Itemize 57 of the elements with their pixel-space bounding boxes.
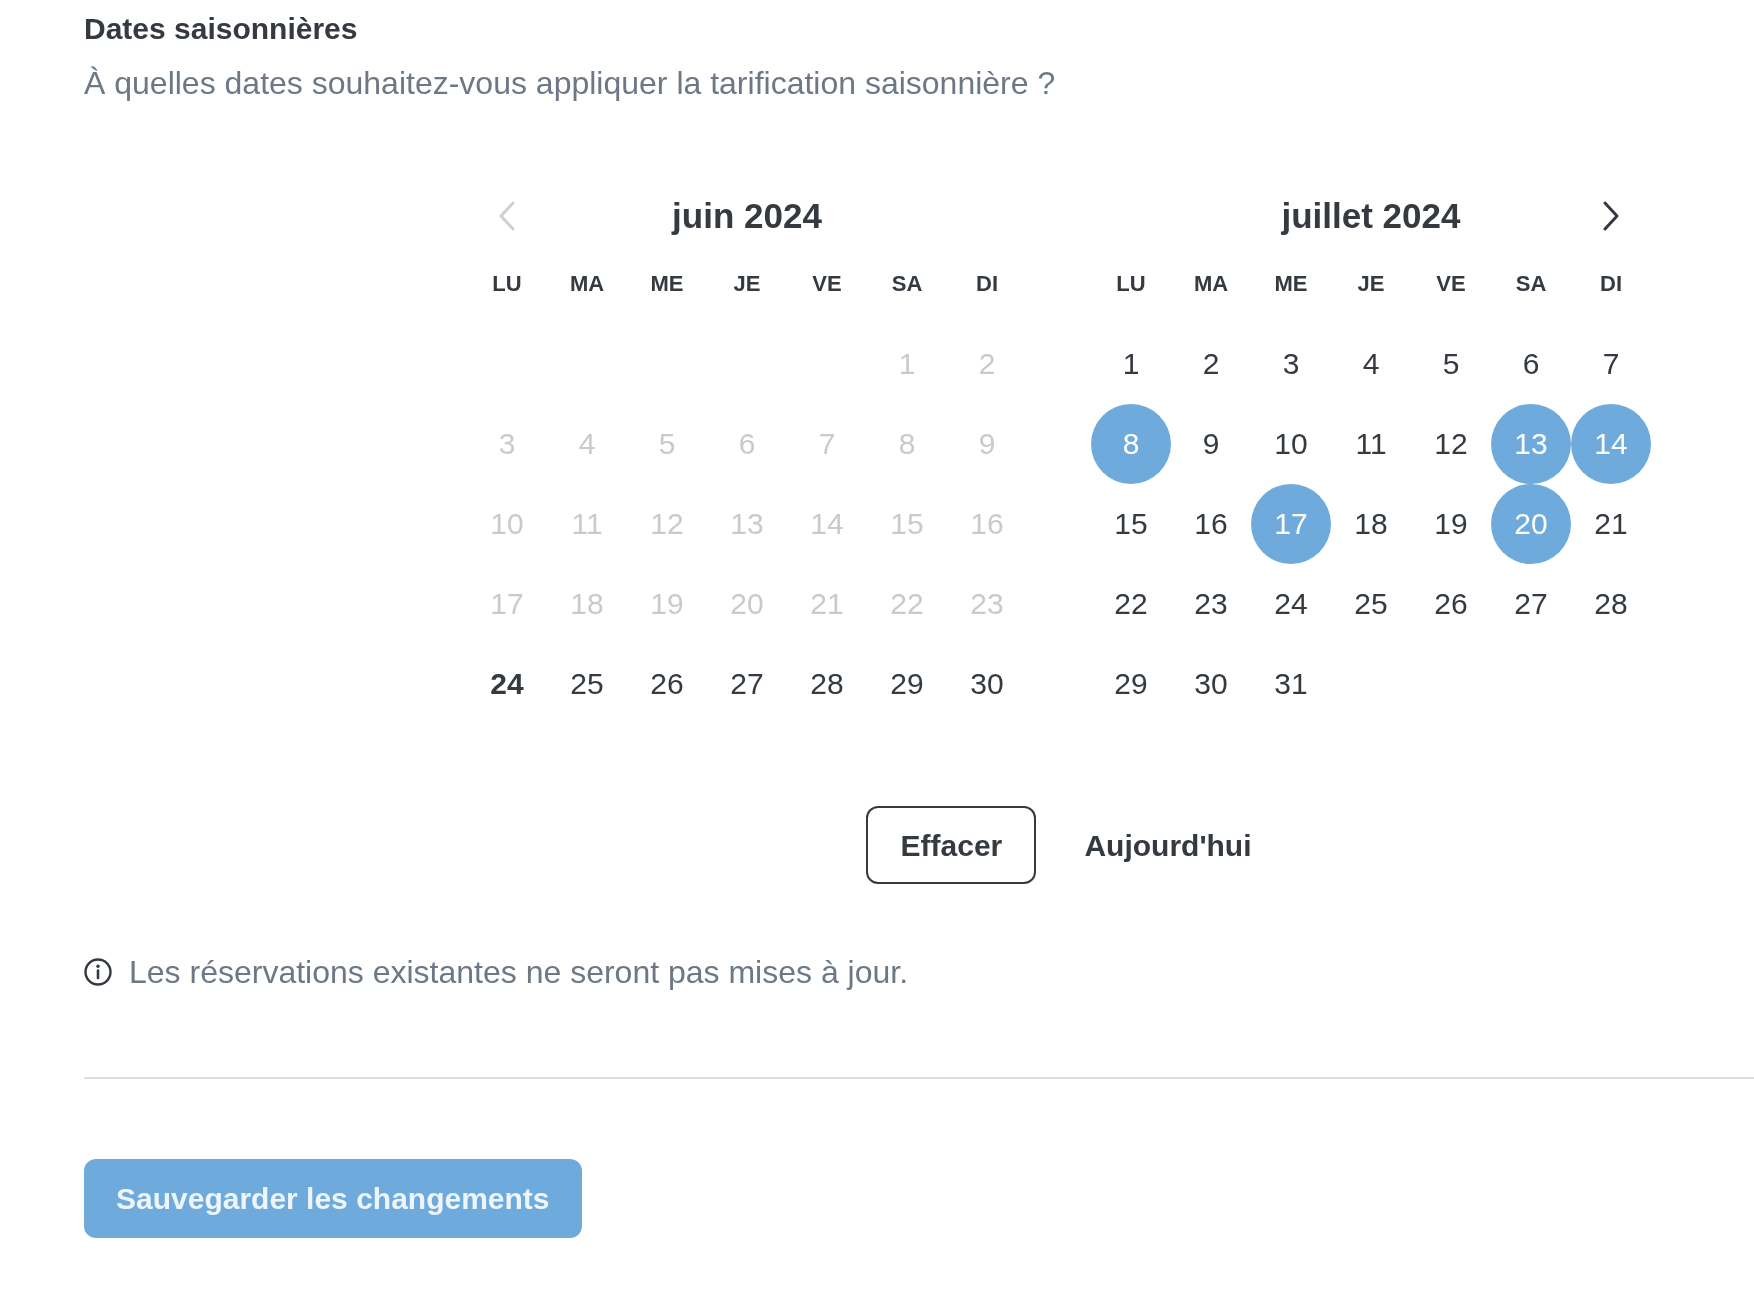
day-button[interactable]: 25 [1331,564,1411,644]
weekday-label: JE [733,270,761,298]
clear-button[interactable]: Effacer [866,806,1037,884]
weekday-label: SA [891,270,923,298]
day-button[interactable]: 26 [627,644,707,724]
weekday-label: LU [1116,270,1146,298]
day-button[interactable]: 7 [1571,324,1651,404]
day-button[interactable]: 23 [1171,564,1251,644]
day-button[interactable]: 18 [1331,484,1411,564]
weekday-label: ME [1274,270,1308,298]
weekday-label: MA [569,270,605,298]
day-button[interactable]: 9 [1171,404,1251,484]
weekday-label: DI [976,270,998,298]
day-button[interactable]: 6 [1491,324,1571,404]
day-button[interactable]: 12 [1411,404,1491,484]
day-button[interactable]: 26 [1411,564,1491,644]
day-button[interactable]: 1 [1091,324,1171,404]
month-title: juillet 2024 [1281,196,1461,236]
day-button[interactable]: 25 [547,644,627,724]
day-button[interactable]: 22 [1091,564,1171,644]
day-button[interactable]: 27 [707,644,787,724]
day-button[interactable]: 3 [1251,324,1331,404]
day-button[interactable]: 19 [1411,484,1491,564]
day-button[interactable]: 16 [1171,484,1251,564]
weekday-label: LU [492,270,522,298]
day-button[interactable]: 11 [1331,404,1411,484]
day-button[interactable]: 15 [1091,484,1171,564]
notice-text: Les réservations existantes ne seront pas mises à jour. [129,954,909,990]
day-button[interactable]: 10 [1251,404,1331,484]
chevron-right-icon [1603,201,1619,231]
day-button[interactable]: 21 [1571,484,1651,564]
weekday-label: DI [1600,270,1622,298]
day-button[interactable]: 28 [787,644,867,724]
day-button[interactable]: 28 [1571,564,1651,644]
chevron-left-icon [499,201,515,231]
day-button[interactable]: 2 [1171,324,1251,404]
info-icon [84,958,112,986]
day-button[interactable]: 29 [1091,644,1171,724]
day-button[interactable]: 30 [1171,644,1251,724]
day-button[interactable]: 24 [1251,564,1331,644]
day-button[interactable]: 4 [1331,324,1411,404]
day-button[interactable]: 30 [947,644,1027,724]
weekday-label: ME [650,270,684,298]
day-button[interactable]: 29 [867,644,947,724]
weekday-label: SA [1515,270,1547,298]
weekday-label: VE [1436,270,1466,298]
section-description: À quelles dates souhaitez-vous appliquer la tarification saisonnière ? [84,65,1056,101]
day-button[interactable]: 27 [1491,564,1571,644]
weekday-label: JE [1357,270,1385,298]
day-button[interactable]: 31 [1251,644,1331,724]
month-title: juin 2024 [672,196,822,236]
weekday-label: MA [1193,270,1229,298]
weekday-label: VE [812,270,842,298]
day-button[interactable]: 5 [1411,324,1491,404]
today-button[interactable]: Aujourd'hui [1084,806,1252,884]
section-title: Dates saisonnières [84,12,358,46]
day-button[interactable]: 24 [467,644,547,724]
